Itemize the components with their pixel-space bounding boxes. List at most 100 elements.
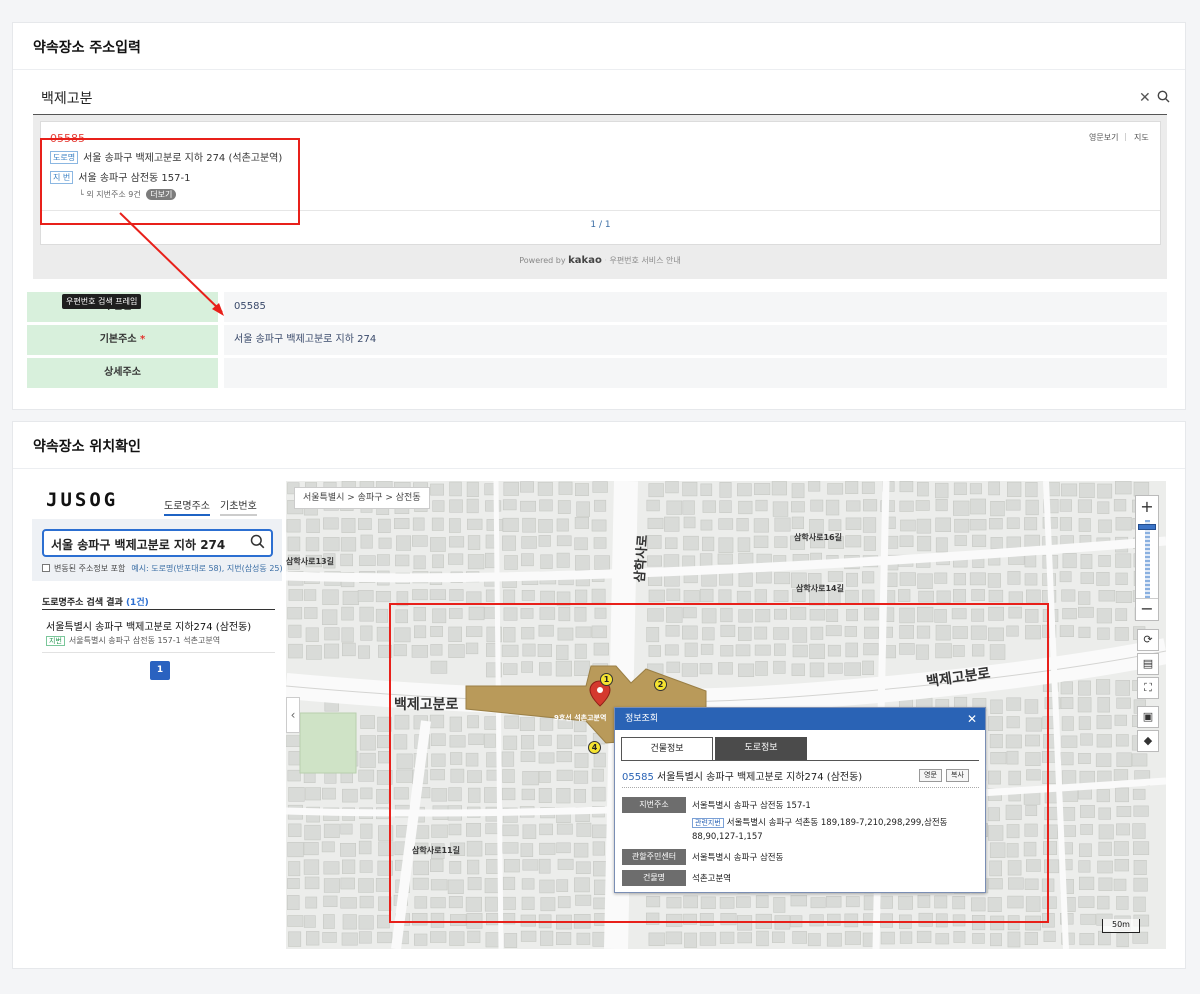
building-block	[1025, 481, 1038, 498]
building-block	[737, 915, 753, 931]
building-block	[666, 607, 683, 623]
building-block	[953, 930, 966, 943]
building-block	[990, 500, 1005, 517]
building-block	[718, 589, 732, 605]
building-block	[720, 645, 734, 657]
building-block	[918, 912, 933, 927]
address-search-input[interactable]: 백제고분 ✕	[33, 83, 1170, 115]
building-block	[467, 554, 485, 570]
building-block	[1132, 823, 1146, 839]
exit-2-badge[interactable]: 2	[654, 678, 667, 691]
page-button-1[interactable]: 1	[150, 661, 170, 680]
tab-road-info[interactable]: 도로정보	[715, 737, 807, 760]
refresh-icon[interactable]: ⟳	[1137, 629, 1159, 651]
building-block	[987, 716, 1003, 731]
building-block	[987, 825, 1004, 841]
building-block	[537, 481, 553, 496]
building-block	[1007, 877, 1024, 890]
building-block	[755, 913, 772, 929]
ruler-icon[interactable]: ▤	[1137, 653, 1159, 675]
zoom-slider-track[interactable]	[1145, 520, 1150, 598]
building-block	[1115, 553, 1132, 568]
building-block	[845, 589, 859, 604]
postcode-guide-link[interactable]: 우편번호 서비스 안내	[609, 256, 680, 265]
jusog-search-value[interactable]: 서울 송파구 백제고분로 지하 274	[51, 536, 225, 553]
building-block	[287, 769, 301, 782]
info-zipcode[interactable]: 05585	[622, 772, 654, 783]
result-count: (1건)	[125, 598, 149, 608]
tab-road-address[interactable]: 도로명주소	[164, 497, 210, 516]
zoom-out-button[interactable]: −	[1136, 598, 1158, 620]
building-block	[1095, 753, 1112, 767]
exit-1-badge[interactable]: 1	[600, 673, 613, 686]
building-block	[396, 753, 413, 770]
building-block	[1080, 733, 1093, 746]
building-block	[323, 643, 340, 659]
building-block	[467, 859, 480, 875]
zoom-in-button[interactable]: +	[1136, 496, 1158, 518]
building-block	[556, 842, 571, 854]
pager-current[interactable]: 1	[590, 220, 596, 230]
jusog-search-input[interactable]: 서울 송파구 백제고분로 지하 274	[42, 529, 273, 557]
map-view[interactable]: 백제고분로 백제고분로 삼학사로 삼학사로11길 삼학사로14길 삼학사로16길…	[286, 481, 1166, 949]
map-link[interactable]: 지도	[1134, 132, 1149, 143]
result-jibun-row[interactable]: 지번 서울특별시 송파구 삼전동 157-1 석촌고분역	[46, 635, 220, 646]
building-block	[934, 572, 948, 584]
search-input-value[interactable]: 백제고분	[41, 88, 93, 108]
building-block	[809, 643, 825, 660]
building-block	[448, 553, 464, 565]
clear-icon[interactable]: ✕	[1139, 90, 1151, 106]
building-block	[377, 914, 390, 929]
building-block	[988, 878, 1003, 890]
copy-button[interactable]: 복사	[946, 769, 969, 782]
building-block	[844, 913, 859, 928]
building-block	[340, 877, 355, 890]
search-icon[interactable]	[250, 534, 265, 553]
building-block	[287, 841, 304, 858]
building-block	[503, 663, 518, 675]
sidebar-collapse-chevron-icon[interactable]: ‹	[286, 697, 300, 733]
map-breadcrumb[interactable]: 서울특별시 > 송파구 > 삼전동	[294, 487, 430, 509]
close-icon[interactable]: ✕	[967, 708, 977, 730]
english-view-link[interactable]: 영문보기	[1089, 132, 1118, 143]
building-block	[1025, 499, 1039, 516]
zipcode-field[interactable]: 05585	[224, 292, 1167, 322]
building-block	[880, 895, 893, 909]
building-block	[322, 914, 335, 929]
building-block	[1059, 625, 1074, 638]
include-changed-checkbox[interactable]	[42, 564, 50, 572]
result-road-address[interactable]: 서울특별시 송파구 백제고분로 지하274 (삼전동)	[46, 618, 251, 633]
tab-basic-number[interactable]: 기초번호	[220, 497, 257, 516]
result-jibun-text[interactable]: 서울특별시 송파구 삼전동 157-1 석촌고분역	[69, 636, 220, 645]
building-block	[359, 606, 374, 622]
building-block	[953, 573, 966, 586]
english-button[interactable]: 영문	[919, 769, 942, 782]
area-measure-icon[interactable]: ⛶	[1137, 677, 1159, 699]
building-block	[1132, 931, 1149, 944]
layers-icon[interactable]: ◆	[1137, 730, 1159, 752]
building-block	[448, 644, 465, 658]
building-block	[504, 858, 520, 873]
building-block	[972, 933, 985, 944]
zoom-slider-handle[interactable]	[1138, 524, 1156, 530]
building-block	[538, 858, 551, 874]
building-block	[1025, 625, 1042, 640]
building-block	[1078, 716, 1091, 730]
building-block	[1098, 590, 1116, 602]
building-block	[412, 589, 428, 601]
building-block	[430, 626, 443, 637]
building-block	[538, 535, 551, 547]
exit-4-badge[interactable]: 4	[588, 741, 601, 754]
tab-building-info[interactable]: 건물정보	[621, 737, 713, 760]
building-block	[737, 537, 751, 552]
building-block	[538, 914, 552, 929]
building-block	[861, 571, 875, 584]
detail-address-field[interactable]	[224, 358, 1167, 388]
building-block	[899, 607, 915, 624]
search-icon[interactable]	[1157, 90, 1170, 107]
building-block	[1006, 517, 1020, 529]
print-icon[interactable]: ▣	[1137, 706, 1159, 728]
base-address-field[interactable]: 서울 송파구 백제고분로 지하 274	[224, 325, 1167, 355]
building-block	[521, 536, 537, 549]
result-title-text: 도로명주소 검색 결과	[42, 598, 123, 608]
